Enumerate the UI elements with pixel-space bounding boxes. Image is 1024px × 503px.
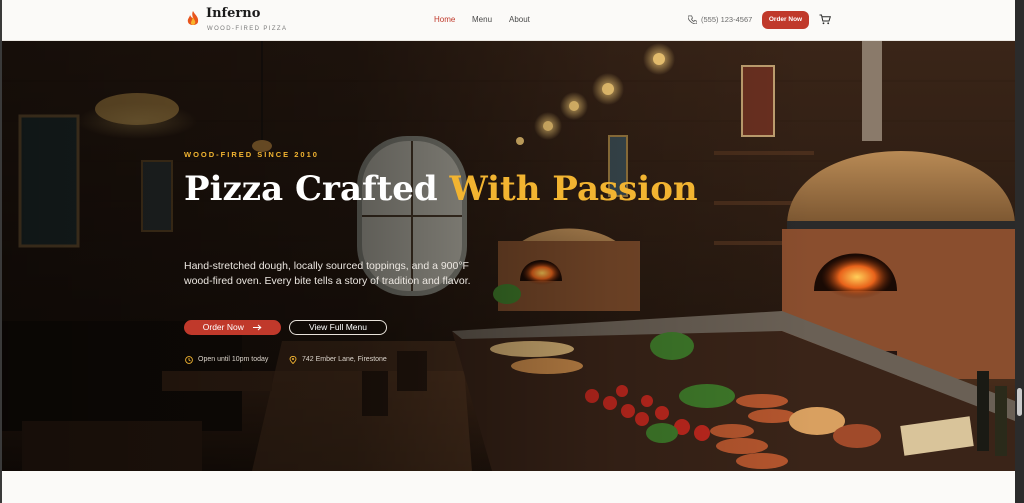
site-header: Inferno WOOD-FIRED PIZZA Home Menu About… bbox=[2, 0, 1015, 41]
brand-name[interactable]: Inferno bbox=[206, 6, 260, 21]
nav-menu[interactable]: Menu bbox=[472, 15, 492, 24]
nav-about[interactable]: About bbox=[509, 15, 530, 24]
flame-icon bbox=[187, 11, 199, 25]
clock-icon bbox=[185, 356, 193, 364]
browser-viewport: Inferno WOOD-FIRED PIZZA Home Menu About… bbox=[2, 0, 1015, 503]
hero-title: Pizza Crafted With Passion bbox=[184, 169, 698, 209]
page-scrollbar[interactable] bbox=[1015, 0, 1024, 503]
address: 742 Ember Lane, Firestone bbox=[302, 356, 387, 363]
phone-icon bbox=[688, 15, 697, 24]
next-section-start bbox=[2, 471, 1015, 503]
phone-number[interactable]: (555) 123-4567 bbox=[701, 15, 752, 24]
brand-tagline: WOOD-FIRED PIZZA bbox=[207, 26, 288, 32]
order-now-button[interactable]: Order Now bbox=[184, 320, 281, 335]
hero-eyebrow: WOOD-FIRED SINCE 2010 bbox=[184, 150, 319, 159]
hero-description: Hand-stretched dough, locally sourced to… bbox=[184, 260, 471, 287]
hero-overlay bbox=[2, 41, 1015, 471]
hero-title-accent: With Passion bbox=[449, 169, 698, 209]
order-now-button-header[interactable]: Order Now bbox=[762, 11, 809, 29]
hero-section: WOOD-FIRED SINCE 2010 Pizza Crafted With… bbox=[2, 41, 1015, 471]
nav-home[interactable]: Home bbox=[434, 15, 455, 24]
opening-hours: Open until 10pm today bbox=[198, 356, 269, 363]
map-pin-icon bbox=[289, 356, 297, 364]
arrow-right-icon bbox=[253, 324, 262, 331]
hero-title-main: Pizza Crafted bbox=[184, 169, 450, 209]
order-now-label: Order Now bbox=[202, 322, 244, 332]
cart-icon[interactable] bbox=[819, 14, 831, 25]
view-menu-button[interactable]: View Full Menu bbox=[289, 320, 387, 335]
scrollbar-thumb[interactable] bbox=[1017, 388, 1022, 416]
